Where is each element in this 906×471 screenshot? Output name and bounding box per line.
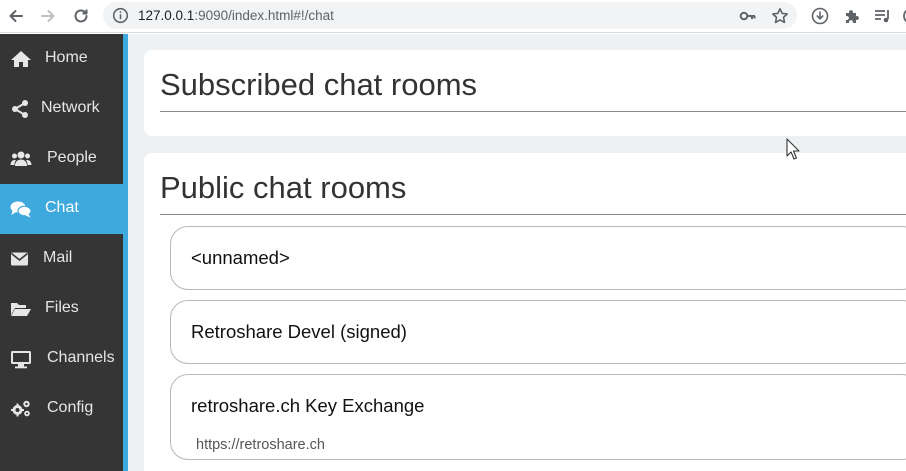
chat-room-item[interactable]: retroshare.ch Key Exchange https://retro… [170, 374, 906, 460]
sidebar-item-label: Chat [45, 199, 79, 216]
mail-icon [10, 252, 29, 266]
chat-room-name: retroshare.ch Key Exchange [191, 395, 425, 416]
sidebar-item-label: Home [45, 49, 88, 66]
sidebar-item-files[interactable]: Files [0, 284, 123, 334]
sidebar-item-label: Network [41, 99, 100, 116]
sidebar-item-label: Channels [47, 349, 115, 366]
subscribed-rooms-title: Subscribed chat rooms [160, 67, 478, 102]
sidebar-item-home[interactable]: Home [0, 34, 123, 84]
sidebar-item-people[interactable]: People [0, 134, 123, 184]
chat-room-name: Retroshare Devel (signed) [191, 321, 407, 342]
chat-room-item[interactable]: Retroshare Devel (signed) [170, 300, 906, 364]
sidebar-item-label: Config [47, 399, 94, 416]
address-bar[interactable]: 127.0.0.1:9090/index.html#!/chat [103, 2, 797, 29]
subscribed-rooms-panel: Subscribed chat rooms [144, 50, 906, 136]
chat-room-name: <unnamed> [191, 247, 290, 268]
sidebar-item-label: People [47, 149, 97, 166]
public-rooms-title: Public chat rooms [160, 170, 407, 205]
sidebar-item-chat[interactable]: Chat [0, 184, 123, 234]
chat-icon [10, 201, 32, 218]
puzzle-icon[interactable] [842, 6, 862, 26]
divider [160, 214, 906, 215]
sidebar-item-label: Mail [43, 249, 73, 266]
gears-icon [11, 400, 30, 417]
people-icon [10, 151, 32, 166]
monitor-icon [11, 351, 31, 369]
browser-toolbar: 127.0.0.1:9090/index.html#!/chat [0, 0, 906, 33]
key-icon[interactable] [739, 7, 757, 25]
sidebar-item-channels[interactable]: Channels [0, 334, 123, 384]
sidebar-item-mail[interactable]: Mail [0, 234, 123, 284]
mouse-cursor-icon [786, 138, 800, 160]
sidebar: Home Network People Chat Mail Files Chan… [0, 34, 123, 471]
forward-icon[interactable] [37, 5, 59, 27]
home-icon [11, 51, 31, 67]
sidebar-item-label: Files [45, 299, 79, 316]
chat-room-topic: https://retroshare.ch [196, 437, 325, 453]
playlist-icon[interactable] [873, 6, 893, 26]
main-content: Subscribed chat rooms Public chat rooms … [128, 34, 906, 471]
reload-icon[interactable] [70, 5, 92, 27]
sidebar-item-network[interactable]: Network [0, 84, 123, 134]
download-icon[interactable] [810, 6, 830, 26]
url-text[interactable]: 127.0.0.1:9090/index.html#!/chat [138, 8, 334, 23]
chat-room-item[interactable]: <unnamed> [170, 226, 906, 290]
share-icon [12, 100, 28, 118]
info-icon[interactable] [112, 7, 129, 24]
star-icon[interactable] [771, 7, 789, 25]
divider [160, 111, 906, 112]
profile-icon[interactable] [901, 6, 906, 26]
sidebar-item-config[interactable]: Config [0, 384, 123, 434]
back-icon[interactable] [5, 5, 27, 27]
folder-icon [11, 303, 31, 316]
